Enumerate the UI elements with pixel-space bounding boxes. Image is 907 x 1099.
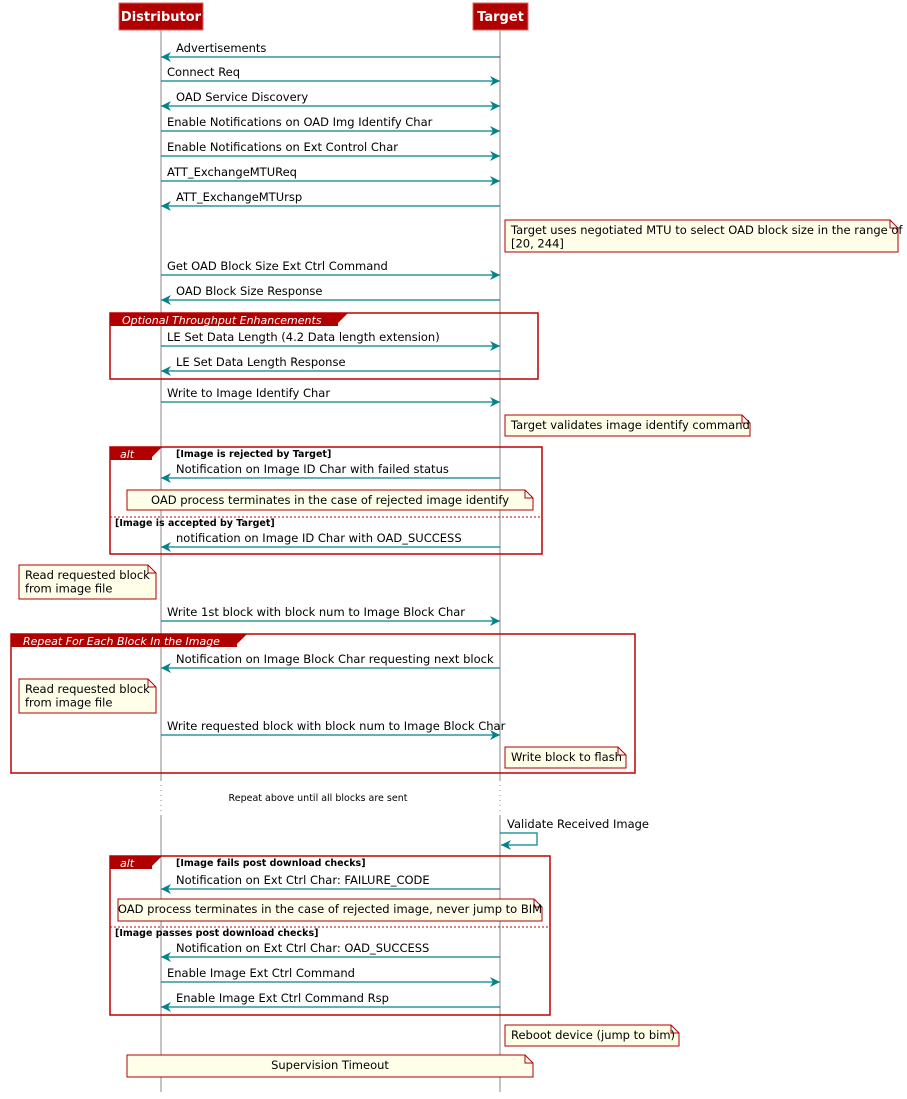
note-text: Target validates image identify command [510,418,750,432]
message-label: Enable Notifications on Ext Control Char [167,140,398,154]
message-label: LE Set Data Length (4.2 Data length exte… [167,330,440,344]
message-label: Connect Req [167,65,240,79]
message-label: Advertisements [176,41,266,55]
message [500,832,538,850]
group-label: alt [120,857,135,870]
message-label: Notification on Image ID Char with faile… [176,462,449,476]
participant-label: Target [477,10,524,25]
group-condition: [Image is accepted by Target] [115,518,275,529]
group-tab [110,447,162,460]
group-label: Optional Throughput Enhancements [122,314,322,327]
note-text: [20, 244] [511,237,564,251]
message-label: Validate Received Image [507,817,649,831]
note-text: Write block to flash [511,750,622,764]
group-condition: [Image passes post download checks] [115,928,318,939]
message-label: OAD Service Discovery [176,90,308,104]
message-label: Enable Notifications on OAD Img Identify… [167,115,433,129]
note-text: Read requested block [25,682,150,696]
group-label: alt [120,448,135,461]
participant-label: Distributor [121,10,202,25]
group-condition: [Image fails post download checks] [176,858,366,869]
note-text: Reboot device (jump to bim) [511,1028,675,1042]
message-label: ATT_ExchangeMTUReq [167,165,297,179]
message-label: Write requested block with block num to … [167,719,506,733]
note-text: Target uses negotiated MTU to select OAD… [510,223,903,237]
message-label: Enable Image Ext Ctrl Command [167,966,355,980]
note-text: Supervision Timeout [271,1058,389,1072]
message-label: Get OAD Block Size Ext Ctrl Command [167,259,388,273]
message-label: notification on Image ID Char with OAD_S… [176,531,462,545]
group-tab [110,856,162,869]
message-label: Notification on Image Block Char request… [176,652,494,666]
note-text: Read requested block [25,568,150,582]
message-label: Notification on Ext Ctrl Char: FAILURE_C… [176,873,430,887]
note-text: OAD process terminates in the case of re… [151,493,509,507]
note-text: from image file [25,582,112,596]
note-text: OAD process terminates in the case of re… [118,902,542,916]
message-label: Notification on Ext Ctrl Char: OAD_SUCCE… [176,941,429,955]
message-label: Write 1st block with block num to Image … [167,605,465,619]
group-condition: [Image is rejected by Target] [176,449,331,460]
message-label: Write to Image Identify Char [167,386,330,400]
note-text: from image file [25,696,112,710]
group-label: Repeat For Each Block In the Image [23,635,220,648]
message-label: ATT_ExchangeMTUrsp [176,190,302,204]
sequence-diagram: Distributor Target Optional Throughput Enh… [10,2,903,1092]
message-label: OAD Block Size Response [176,284,322,298]
delay-text: Repeat above until all blocks are sent [229,793,408,804]
message-label: Enable Image Ext Ctrl Command Rsp [176,991,389,1005]
self-arrow [500,832,538,850]
message-label: LE Set Data Length Response [176,355,346,369]
